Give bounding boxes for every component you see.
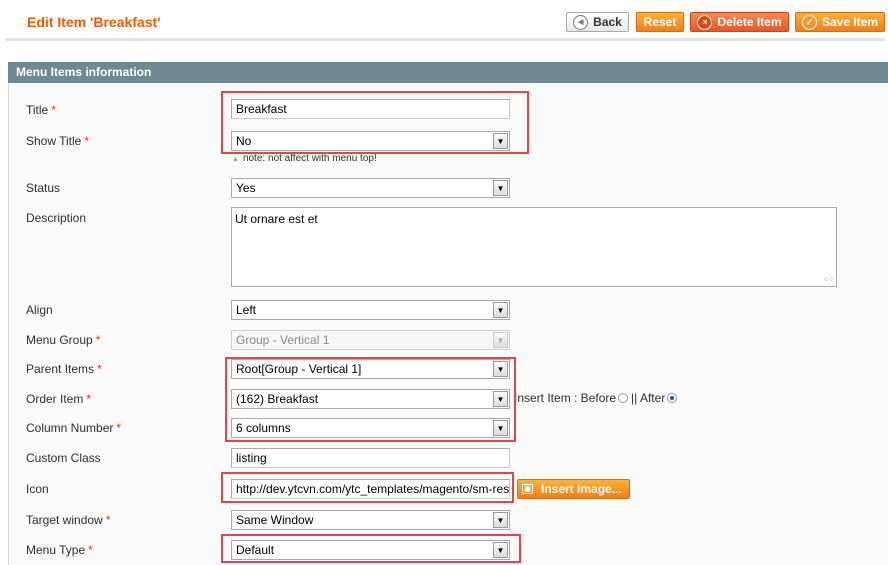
back-arrow-icon: ◀ [573,14,589,30]
custom-class-label: Custom Class [26,451,101,465]
status-label: Status [26,181,61,195]
title-divider [5,38,885,41]
icon-label: Icon [26,482,49,496]
image-icon: ▣ [522,484,533,494]
back-button[interactable]: ◀ Back [566,12,629,32]
order-item-label: Order Item * [26,392,92,406]
target-window-label: Target window * [26,513,111,527]
required-marker: * [105,513,111,527]
menu-group-value: Group - Vertical 1 [236,333,330,347]
highlight-box-menu-type [221,534,521,563]
status-value: Yes [236,181,256,195]
status-select[interactable]: Yes ▼ [231,178,510,198]
reset-button-label: Reset [643,15,677,29]
insert-after-radio[interactable] [667,393,678,403]
chevron-down-icon: ▼ [493,180,508,196]
page-title: Edit Item 'Breakfast' [27,14,161,30]
required-marker: * [88,543,93,557]
chevron-down-icon: ▼ [493,302,508,318]
resize-grip-icon[interactable]: ⁘⁘ [823,275,835,284]
insert-before-label: Insert Item : Before [514,391,617,405]
reset-button[interactable]: Reset [636,12,684,32]
highlight-box-icon [221,472,514,503]
required-marker: * [97,362,102,376]
align-label: Align [26,303,53,317]
save-item-button[interactable]: ✓ Save Item [795,12,885,32]
required-marker: * [95,333,101,347]
required-marker: * [116,421,122,435]
target-window-select[interactable]: Same Window ▼ [231,510,510,530]
delete-item-button[interactable]: × Delete Item [690,12,789,32]
required-marker: * [51,103,56,117]
note-triangle-icon: ▲ [232,156,239,163]
section-header: Menu Items information [8,62,888,83]
align-value: Left [236,303,257,317]
insert-after-label: || After [631,391,666,405]
section-title: Menu Items information [16,65,152,79]
custom-class-input[interactable]: listing [231,448,510,468]
parent-items-label: Parent Items * [26,362,102,376]
menu-type-label: Menu Type * [26,543,93,557]
back-button-label: Back [593,15,622,29]
save-button-label: Save Item [821,15,879,29]
chevron-down-icon: ▼ [493,512,508,528]
column-number-label: Column Number * [26,421,122,435]
show-title-note: ▲ note: not affect with menu top! [232,153,377,164]
insert-image-label: Insert Image... [541,482,622,496]
title-label: Title * [26,103,56,117]
menu-group-select: Group - Vertical 1 ▼ [231,330,510,350]
align-select[interactable]: Left ▼ [231,300,510,320]
insert-image-button[interactable]: ▣ Insert Image... [517,479,630,499]
chevron-down-icon: ▼ [493,332,508,348]
insert-position-group: Insert Item : Before || After [514,391,680,405]
save-check-icon: ✓ [801,14,817,30]
description-value: Ut ornare est et [235,212,318,226]
description-label: Description [26,211,87,225]
target-window-value: Same Window [236,513,314,527]
menu-group-label: Menu Group * [26,333,101,347]
delete-icon: × [697,14,713,30]
description-textarea[interactable]: Ut ornare est et ⁘⁘ [231,207,837,287]
required-marker: * [84,134,90,148]
required-marker: * [86,392,92,406]
highlight-box-title-group [221,91,529,154]
insert-before-radio[interactable] [618,393,629,403]
delete-button-label: Delete Item [717,15,782,29]
show-title-label: Show Title * [26,134,90,148]
highlight-box-order-group [225,357,516,442]
